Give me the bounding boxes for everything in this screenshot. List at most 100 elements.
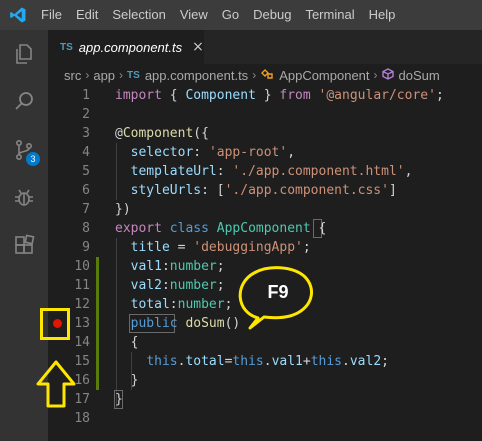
menu-item-view[interactable]: View — [173, 0, 215, 30]
code-token: './app.component.html' — [232, 164, 405, 179]
line-number: 17 — [74, 392, 90, 407]
code-line[interactable]: 3 @Component({ — [48, 124, 482, 143]
code-token: ; — [435, 88, 444, 103]
breadcrumb-method[interactable]: doSum — [399, 68, 440, 83]
code-token: , — [287, 145, 296, 160]
tab-app-component-ts[interactable]: TS app.component.ts × — [48, 30, 204, 64]
line-number: 2 — [82, 107, 90, 122]
line-number: 6 — [82, 183, 90, 198]
code-token: : — [169, 297, 178, 312]
code-token: total — [130, 297, 170, 312]
code-token: . — [263, 354, 272, 369]
line-number: 4 — [82, 145, 90, 160]
code-line[interactable]: 6 styleUrls: ['./app.component.css'] — [48, 181, 482, 200]
extensions-icon[interactable] — [0, 222, 48, 270]
line-code: templateUrl: './app.component.html', — [115, 162, 413, 181]
code-editor[interactable]: 1 import { Component } from '@angular/cor… — [48, 86, 482, 441]
code-token: ; — [224, 297, 233, 312]
code-line[interactable]: 16 } — [48, 371, 482, 390]
debug-icon[interactable] — [0, 174, 48, 222]
code-token: Component — [122, 126, 194, 141]
code-token: val1 — [271, 354, 303, 369]
line-number: 5 — [82, 164, 90, 179]
chevron-right-icon: › — [85, 68, 90, 82]
code-token: import — [115, 88, 162, 103]
breadcrumb-class[interactable]: AppComponent — [279, 68, 369, 83]
method-symbol-icon — [381, 67, 394, 83]
code-token: ; — [216, 278, 225, 293]
breakpoint-icon[interactable] — [53, 319, 62, 328]
line-number: 7 — [82, 202, 90, 217]
chevron-right-icon: › — [119, 68, 124, 82]
code-line[interactable]: 1 import { Component } from '@angular/cor… — [48, 86, 482, 105]
tab-bar: TS app.component.ts × — [48, 30, 482, 64]
code-line[interactable]: 10 val1:number; — [48, 257, 482, 276]
code-token: 'app-root' — [208, 145, 288, 160]
code-token: ; — [381, 354, 389, 369]
code-token: { — [310, 221, 327, 236]
code-line[interactable]: 5 templateUrl: './app.component.html', — [48, 162, 482, 181]
code-token: doSum — [185, 316, 225, 331]
code-line[interactable]: 9 title = 'debuggingApp'; — [48, 238, 482, 257]
line-code: } — [115, 390, 123, 409]
line-number: 1 — [82, 88, 90, 103]
vscode-logo-icon — [0, 0, 36, 30]
line-code: title = 'debuggingApp'; — [115, 238, 311, 257]
code-token: { — [115, 335, 139, 350]
code-token: public — [130, 316, 178, 331]
code-line[interactable]: 13 public doSum() — [48, 314, 482, 333]
code-token: ; — [302, 240, 311, 255]
activity-bar: 3 — [0, 30, 48, 441]
code-line[interactable]: 15 this.total=this.val1+this.val2; — [48, 352, 482, 371]
code-token: : — [161, 259, 170, 274]
code-token: number — [169, 278, 217, 293]
menu-item-selection[interactable]: Selection — [105, 0, 172, 30]
code-line[interactable]: 14 { — [48, 333, 482, 352]
explorer-icon[interactable] — [0, 30, 48, 78]
code-token: export — [115, 221, 162, 236]
breadcrumb-file[interactable]: app.component.ts — [145, 68, 248, 83]
code-token: from — [279, 88, 311, 103]
line-code: this.total=this.val1+this.val2; — [115, 352, 389, 371]
close-icon[interactable]: × — [192, 39, 204, 55]
menu-item-edit[interactable]: Edit — [69, 0, 105, 30]
code-token: @ — [115, 126, 123, 141]
code-line[interactable]: 4 selector: 'app-root', — [48, 143, 482, 162]
breadcrumb: src › app › TS app.component.ts › AppCom… — [48, 64, 482, 86]
line-code: styleUrls: ['./app.component.css'] — [115, 181, 397, 200]
breadcrumb-src[interactable]: src — [64, 68, 81, 83]
breadcrumb-app[interactable]: app — [93, 68, 115, 83]
code-line[interactable]: 18 — [48, 409, 482, 428]
menu-item-help[interactable]: Help — [362, 0, 403, 30]
code-line[interactable]: 17} — [48, 390, 482, 409]
line-code: import { Component } from '@angular/core… — [115, 86, 444, 105]
code-token: templateUrl — [130, 164, 217, 179]
chevron-right-icon: › — [252, 68, 257, 82]
line-code: total:number; — [115, 295, 233, 314]
source-control-icon[interactable]: 3 — [0, 126, 48, 174]
menu-item-go[interactable]: Go — [215, 0, 246, 30]
code-line[interactable]: 7}) — [48, 200, 482, 219]
menu-item-debug[interactable]: Debug — [246, 0, 298, 30]
line-code: val1:number; — [115, 257, 225, 276]
search-icon[interactable] — [0, 78, 48, 126]
code-token: val2 — [349, 354, 382, 369]
code-line[interactable]: 8 export class AppComponent { — [48, 219, 482, 238]
code-token: title — [130, 240, 170, 255]
code-token: Component — [185, 88, 256, 103]
line-number: 16 — [74, 373, 90, 388]
menu-item-file[interactable]: File — [36, 0, 69, 30]
menu-item-terminal[interactable]: Terminal — [298, 0, 361, 30]
line-code: selector: 'app-root', — [115, 143, 295, 162]
f9-callout-label: F9 — [267, 282, 289, 302]
code-token: } — [255, 88, 280, 103]
code-line[interactable]: 2 — [48, 105, 482, 124]
code-token: { — [161, 88, 186, 103]
